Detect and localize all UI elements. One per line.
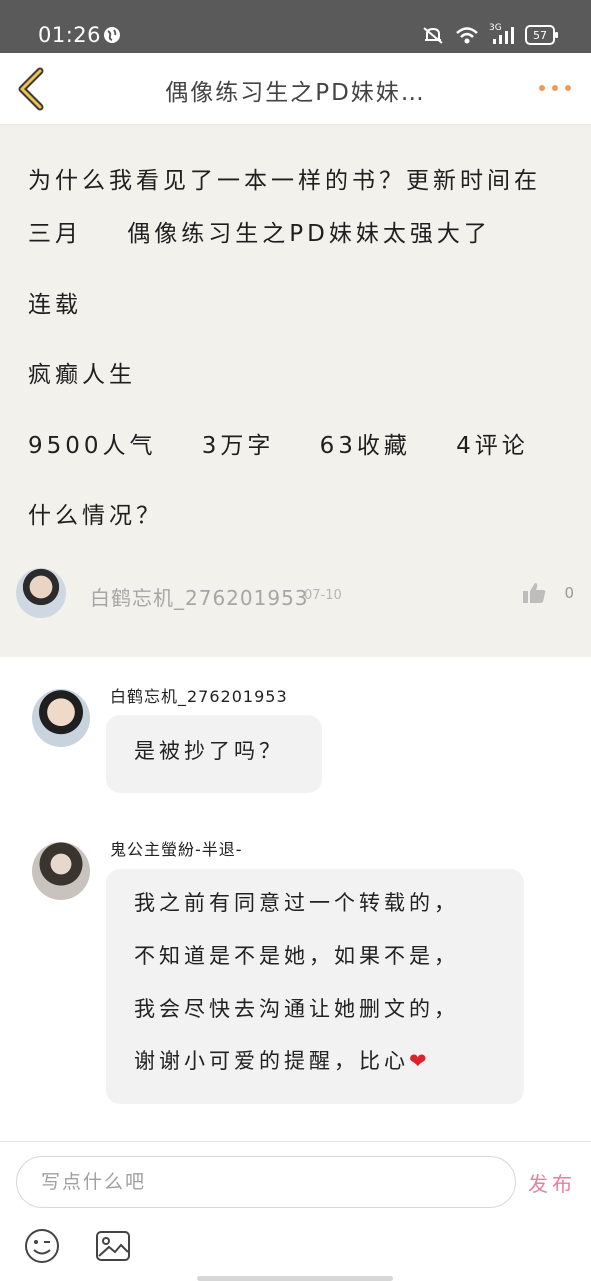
post-text-line: 三月 偶像练习生之PD妹妹太强大了	[28, 221, 491, 247]
home-indicator[interactable]	[197, 1276, 393, 1281]
back-arrow-icon[interactable]	[14, 67, 50, 111]
post-text-line: 为什么我看见了一本一样的书？更新时间在	[28, 168, 541, 194]
avatar[interactable]	[16, 568, 66, 618]
globe-icon	[104, 27, 120, 43]
reply-text: 不知道是不是她，如果不是，	[134, 944, 459, 968]
status-time: 01:26	[38, 23, 102, 47]
post-text-line: 疯癫人生	[28, 362, 136, 388]
reply-text: 谢谢小可爱的提醒，比心	[134, 1049, 409, 1073]
reply-text: 我之前有同意过一个转载的，	[134, 891, 459, 915]
post-author-name[interactable]: 白鹤忘机_276201953	[90, 582, 309, 611]
battery-icon: 57	[525, 25, 558, 45]
reply-author-name[interactable]: 鬼公主螢紛-半退-	[110, 836, 243, 860]
reply-text: 是被抄了吗？	[134, 739, 284, 763]
more-options-icon[interactable]	[539, 85, 571, 93]
publish-button[interactable]: 发布	[528, 1168, 576, 1197]
dot	[539, 85, 545, 91]
like-count: 0	[564, 584, 574, 602]
mute-bell-icon	[423, 27, 443, 44]
avatar[interactable]	[32, 842, 90, 900]
battery-level: 57	[533, 28, 547, 42]
post-author-row: 白鹤忘机_276201953 07-10 0	[16, 568, 576, 620]
page-title: 偶像练习生之PD妹妹…	[165, 80, 426, 106]
reply-bubble: 我之前有同意过一个转载的， 不知道是不是她，如果不是， 我会尽快去沟通让她删文的…	[106, 869, 524, 1104]
status-bar: 01:26 3G 57	[0, 0, 591, 53]
post-text-line: 连载	[28, 292, 82, 318]
post-text-line: 9500人气 3万字 63收藏 4评论	[28, 433, 529, 459]
reply-author-name[interactable]: 白鹤忘机_276201953	[110, 683, 288, 707]
image-icon[interactable]	[95, 1230, 131, 1262]
reply-text: 我会尽快去沟通让她删文的，	[134, 997, 459, 1021]
wifi-icon	[456, 27, 478, 44]
reply-text-line: 谢谢小可爱的提醒，比心❤	[134, 1045, 431, 1075]
thumbs-up-icon[interactable]	[522, 582, 546, 604]
comment-composer: 发布	[0, 1141, 591, 1281]
dot	[552, 85, 558, 91]
avatar[interactable]	[32, 689, 90, 747]
reply-bubble: 是被抄了吗？	[106, 715, 322, 793]
status-icons: 3G 57	[421, 23, 558, 46]
post-date: 07-10	[304, 588, 342, 603]
comment-input[interactable]	[16, 1156, 516, 1208]
signal-icon: 3G	[489, 23, 515, 45]
post-text-line: 什么情况？	[28, 503, 163, 529]
emoji-icon[interactable]	[24, 1228, 60, 1264]
heart-emoji: ❤	[409, 1049, 431, 1073]
dot	[565, 85, 571, 91]
top-nav-bar: 偶像练习生之PD妹妹…	[0, 53, 591, 125]
original-post: 为什么我看见了一本一样的书？更新时间在 三月 偶像练习生之PD妹妹太强大了 连载…	[0, 125, 591, 657]
